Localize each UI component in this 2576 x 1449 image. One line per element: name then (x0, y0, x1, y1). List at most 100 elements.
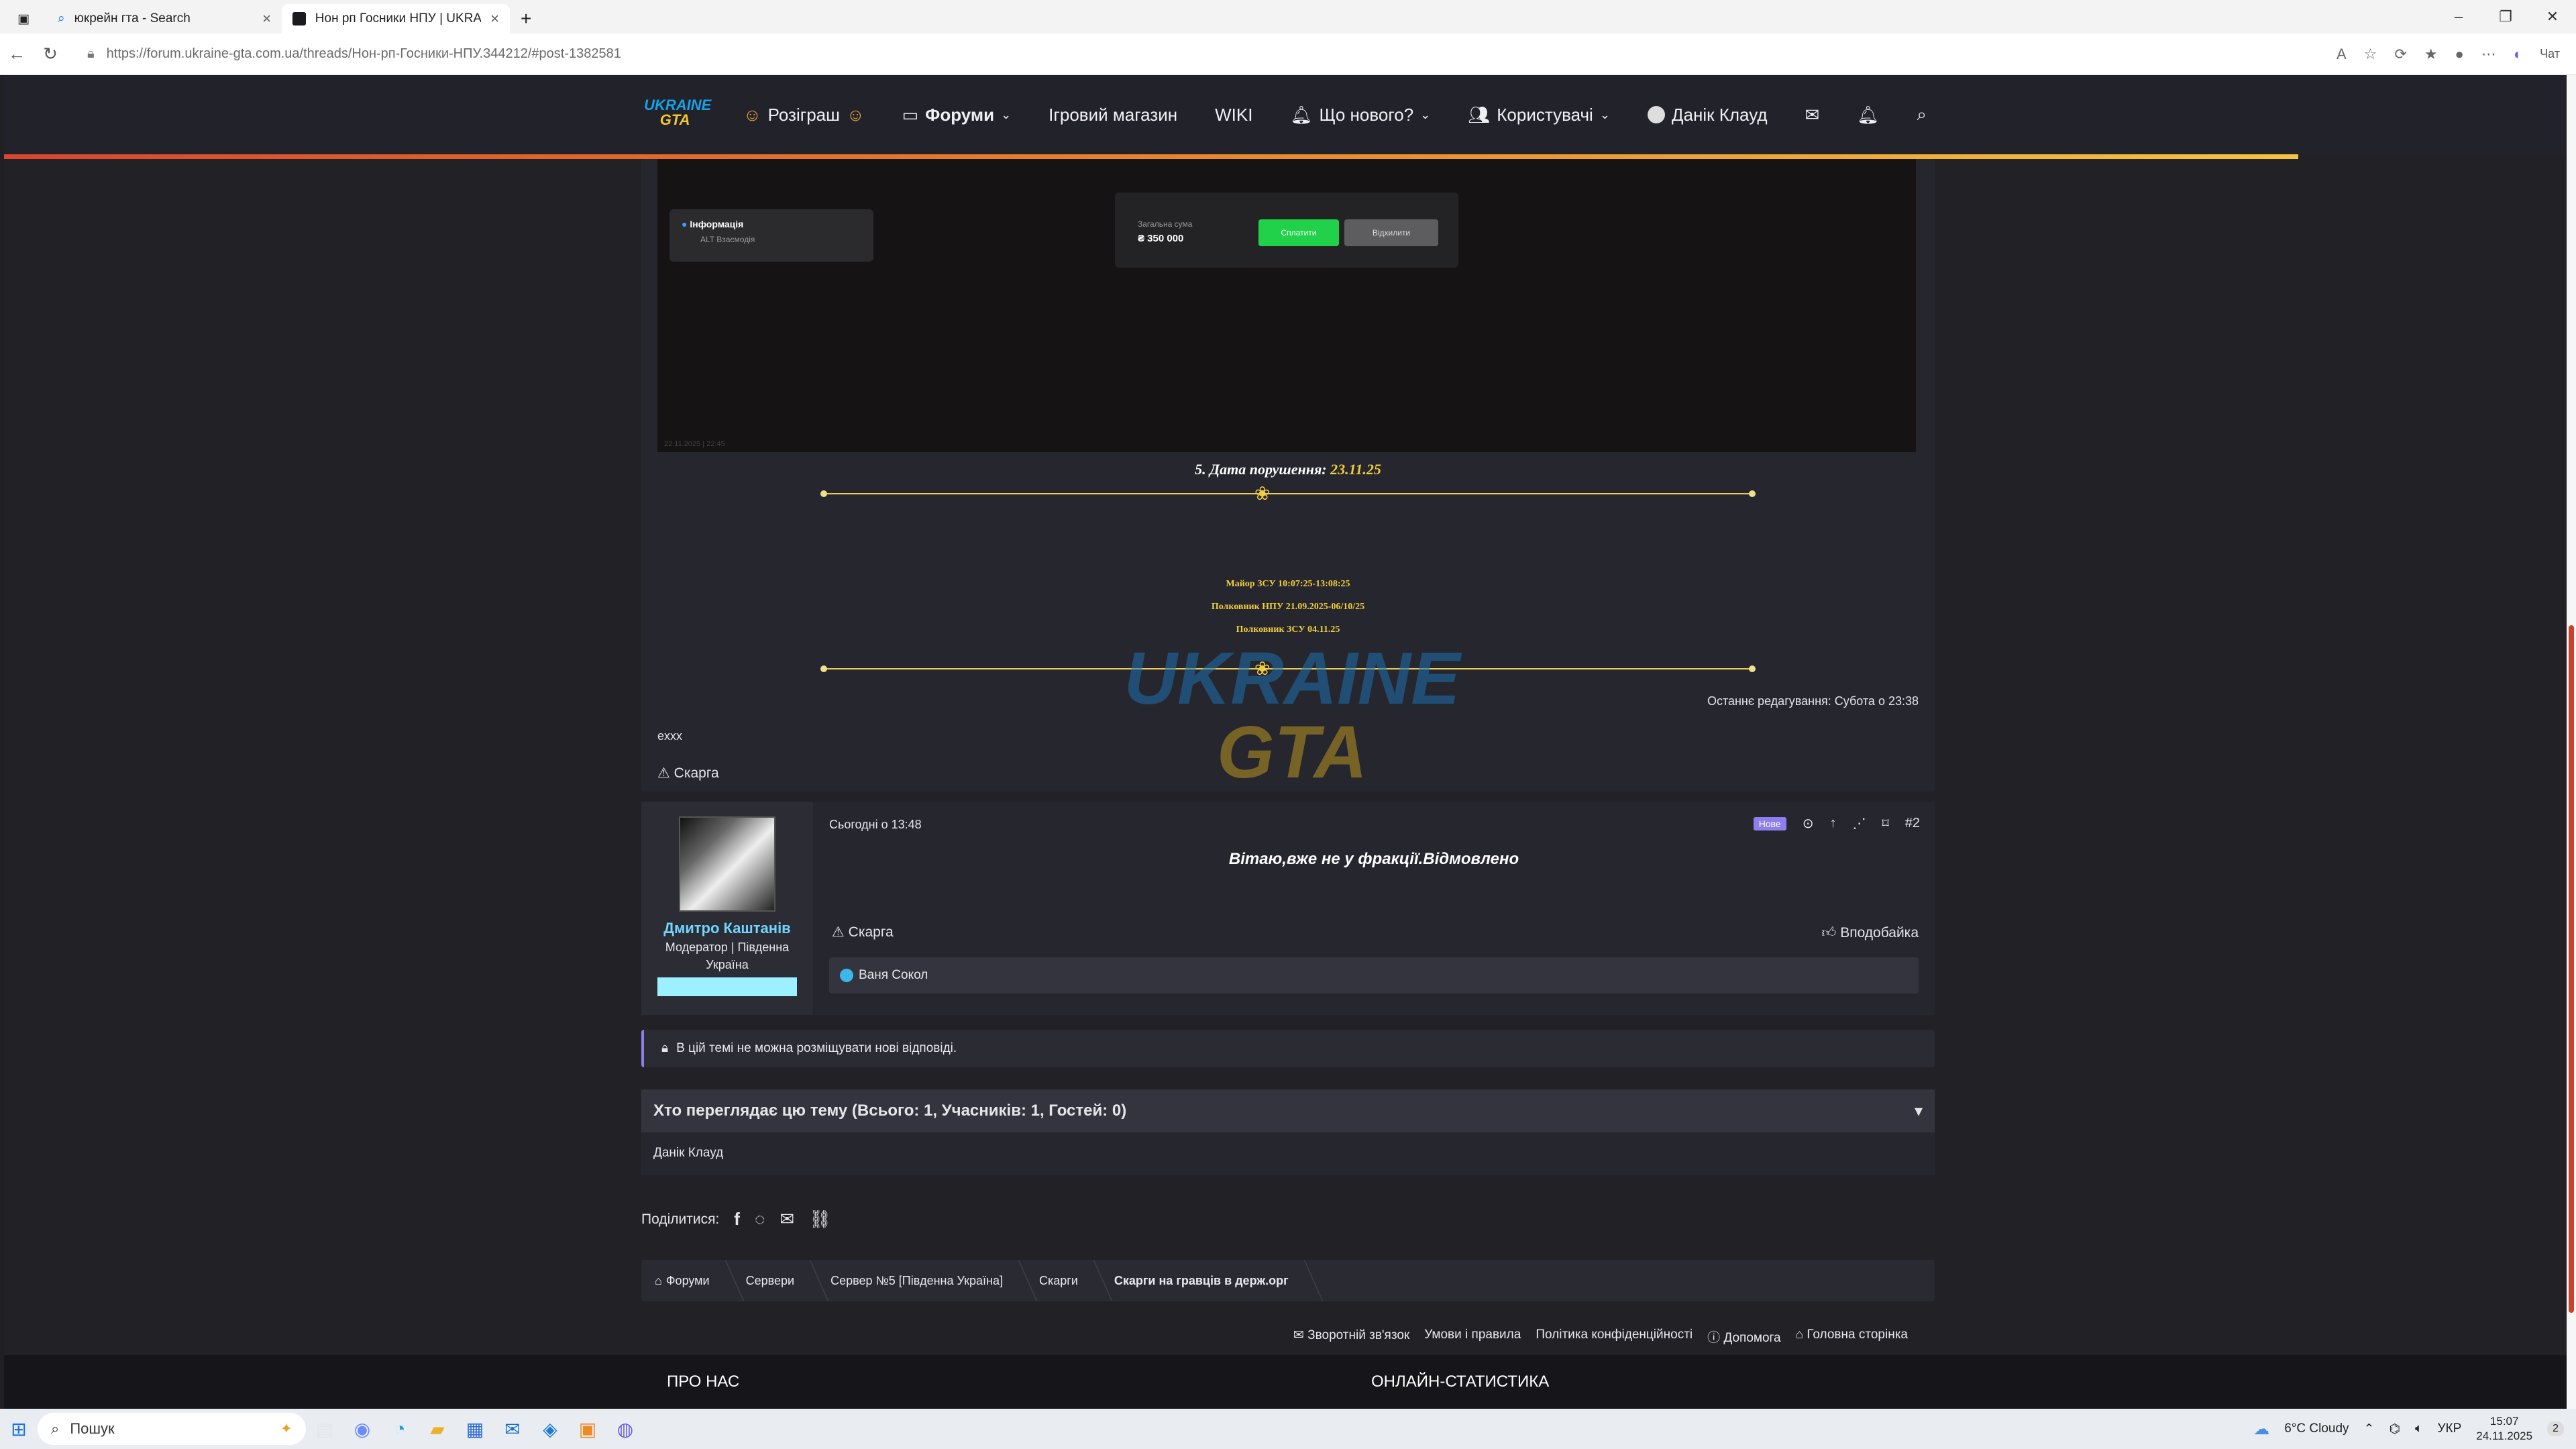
back-icon[interactable]: ← (0, 38, 34, 71)
nav-forums[interactable]: ▭ Форуми ⌄ (902, 105, 1012, 125)
breadcrumb-item[interactable]: Скарги (1039, 1274, 1078, 1288)
chevron-down-icon[interactable]: ⌄ (1001, 108, 1011, 122)
post-date[interactable]: Сьогодні о 13:48 (829, 818, 922, 832)
reaction-icon[interactable]: ⊙ (1803, 815, 1814, 832)
date-value: 23.11.25 (1330, 461, 1381, 478)
breadcrumb-item[interactable]: ⌂ Форуми (655, 1274, 710, 1288)
footer-link[interactable]: Умови і правила (1424, 1328, 1521, 1346)
nav-giveaway[interactable]: ☺ Розіграш ☺ (743, 105, 864, 125)
url-field[interactable]: https://forum.ukraine-gta.com.ua/threads… (107, 46, 621, 62)
liked-by-user[interactable]: Ваня Сокол (859, 968, 928, 983)
notification-badge[interactable]: 2 (2547, 1421, 2564, 1436)
favorites-icon[interactable]: ★ (2424, 46, 2438, 63)
file-explorer-icon[interactable]: ▰ (419, 1410, 456, 1448)
extensions-icon[interactable]: ⟳ (2394, 46, 2406, 63)
vscode-icon[interactable]: ◈ (531, 1410, 569, 1448)
username-link[interactable]: Дмитро Каштанів (641, 920, 813, 937)
restore-icon[interactable]: ❐ (2482, 0, 2529, 34)
app-icon-orange[interactable]: ▣ (569, 1410, 606, 1448)
scrollbar-thumb[interactable] (2569, 625, 2574, 1313)
nav-wiki[interactable]: WIKI (1215, 105, 1252, 125)
embedded-screenshot[interactable]: ● Інформація ALT Взаємодія Загальна сума… (657, 159, 1916, 452)
alerts-icon[interactable]: 🔔︎ (1857, 105, 1879, 125)
breadcrumb-item[interactable]: Скарги на гравців в держ.орг (1114, 1274, 1289, 1288)
task-view-icon[interactable]: ▤ (306, 1410, 343, 1448)
inbox-icon[interactable]: ✉ (1805, 105, 1820, 125)
nav-users[interactable]: 👥︎ Користувачі ⌄ (1468, 105, 1610, 125)
copilot-icon[interactable]: ◐ (2514, 46, 2522, 63)
close-window-icon[interactable]: ✕ (2529, 0, 2576, 34)
store-icon[interactable]: ▦ (456, 1410, 494, 1448)
facebook-icon[interactable]: f (734, 1209, 740, 1230)
arrow-up-icon[interactable]: ↑ (1829, 816, 1836, 831)
chevron-up-icon[interactable]: ⌃ (2364, 1421, 2375, 1437)
report-link[interactable]: ⚠ Скарга (657, 765, 719, 782)
breadcrumb-item[interactable]: Сервери (746, 1274, 794, 1288)
link-icon[interactable]: ⛓ (809, 1209, 831, 1230)
report-label: Скарга (674, 765, 719, 781)
copilot-label[interactable]: Чат (2540, 47, 2560, 61)
footer-link[interactable]: ⌂ Головна сторінка (1796, 1328, 1908, 1346)
nav-label: Розіграш (767, 104, 840, 125)
report-link[interactable]: ⚠ Скарга (832, 924, 894, 941)
refresh-icon[interactable]: ↻ (34, 38, 67, 71)
avatar[interactable] (679, 816, 775, 912)
chevron-down-icon[interactable]: ⌄ (1600, 108, 1610, 122)
search-icon: ⌕ (58, 11, 65, 25)
viewers-title: Хто переглядає цю тему (Всього: 1, Учасн… (653, 1102, 1127, 1120)
weather-text[interactable]: 6°C Cloudy (2284, 1421, 2349, 1436)
share-icon[interactable]: ⋰ (1852, 815, 1866, 832)
breadcrumb: ⌂ Форуми Сервери Сервер №5 [Південна Укра… (641, 1260, 1935, 1301)
viewers-header[interactable]: Хто переглядає цю тему (Всього: 1, Учасн… (641, 1089, 1935, 1132)
search-icon[interactable]: ⌕ (1917, 104, 1927, 125)
volume-icon[interactable]: 🔈︎ (2415, 1421, 2422, 1436)
post-number[interactable]: #2 (1905, 816, 1920, 831)
minimize-icon[interactable]: – (2435, 0, 2482, 34)
language-indicator[interactable]: УКР (2437, 1421, 2461, 1436)
reactions-bar: Ваня Сокол (829, 957, 1919, 994)
like-button[interactable]: 👍︎ Вподобайка (1821, 924, 1919, 941)
more-icon[interactable]: ⋯ (2481, 46, 2496, 63)
fire-icon: ☺ (743, 104, 761, 125)
close-icon[interactable]: × (490, 10, 499, 28)
footer-link[interactable]: ⓘ Допомога (1707, 1328, 1781, 1346)
chevron-down-icon[interactable]: ⌄ (1420, 108, 1430, 122)
read-aloud-icon[interactable]: A (2337, 46, 2347, 63)
nav-label: Користувачі (1497, 104, 1593, 125)
breadcrumb-item[interactable]: Сервер №5 [Південна Україна] (830, 1274, 1003, 1288)
total-label: Загальна сума (1138, 219, 1193, 229)
sidebar-toggle-icon[interactable]: ▣ (0, 4, 47, 34)
outlook-icon[interactable]: ✉ (494, 1410, 531, 1448)
chevron-down-icon[interactable]: ▾ (1915, 1102, 1923, 1121)
pay-button[interactable]: Сплатити (1258, 219, 1339, 246)
warning-icon: ⚠ (657, 765, 670, 781)
close-icon[interactable]: × (262, 10, 271, 28)
taskbar-search[interactable]: ⌕ Пошук ✦ (38, 1413, 306, 1445)
site-logo[interactable]: UKRAINE GTA (644, 98, 711, 131)
nav-label: Що нового? (1319, 104, 1414, 125)
footer-links: ✉ Зворотній зв'язок Умови і правила Полі… (1293, 1328, 1908, 1346)
clock[interactable]: 15:07 24.11.2025 (2476, 1414, 2532, 1444)
viewer-name[interactable]: Данік Клауд (641, 1132, 1935, 1174)
nav-account[interactable]: Данік Клауд (1647, 105, 1768, 125)
whatsapp-icon[interactable]: ◌ (755, 1209, 765, 1230)
bookmark-icon[interactable]: ⌑ (1882, 815, 1888, 832)
app-icon-chat[interactable]: ◍ (606, 1410, 644, 1448)
decline-button[interactable]: Відхилити (1344, 219, 1438, 246)
nav-whats-new[interactable]: 🔔︎ Що нового? ⌄ (1290, 105, 1430, 125)
network-icon[interactable]: ⌬ (2389, 1421, 2400, 1437)
new-tab-button[interactable]: + (510, 4, 542, 34)
edge-icon[interactable]: ◔ (381, 1410, 419, 1448)
like-reaction-icon (840, 969, 853, 982)
watermark-logo: UKRAINE GTA (1104, 642, 1480, 810)
footer-link[interactable]: ✉ Зворотній зв'язок (1293, 1328, 1409, 1346)
start-icon[interactable]: ⊞ (0, 1410, 38, 1448)
email-icon[interactable]: ✉ (780, 1209, 794, 1230)
nav-shop[interactable]: Ігровий магазин (1049, 105, 1177, 125)
favorite-star-icon[interactable]: ☆ (2364, 46, 2377, 63)
tab-search[interactable]: ⌕ юкрейн гта - Search × (47, 4, 282, 34)
copilot-app-icon[interactable]: ◉ (343, 1410, 381, 1448)
tab-thread[interactable]: Нон рп Госники НПУ | UKRAINE × (282, 4, 510, 34)
footer-link[interactable]: Політика конфіденційності (1536, 1328, 1693, 1346)
profile-icon[interactable]: ● (2455, 46, 2464, 63)
